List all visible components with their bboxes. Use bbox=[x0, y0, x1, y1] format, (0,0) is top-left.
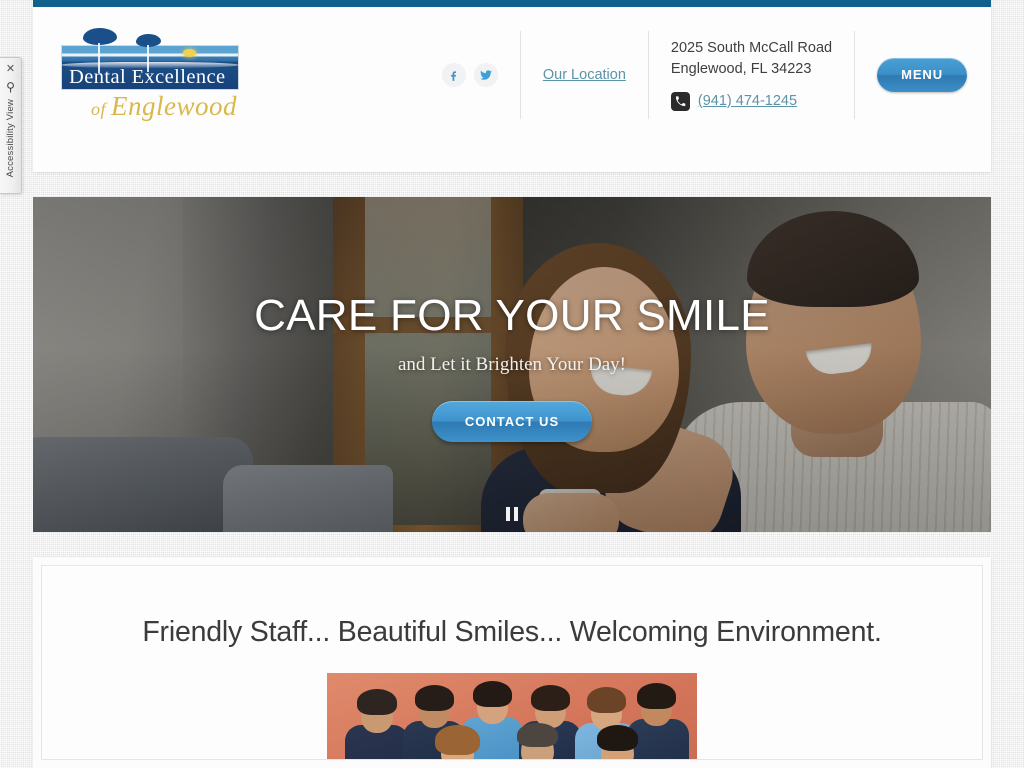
address-cell: 2025 South McCall Road Englewood, FL 342… bbox=[647, 31, 854, 119]
contact-us-button[interactable]: CONTACT US bbox=[431, 401, 593, 443]
social-links bbox=[420, 31, 520, 119]
phone-icon bbox=[670, 91, 690, 111]
logo-sun-icon bbox=[183, 49, 196, 57]
accessibility-person-icon: ⚲ bbox=[6, 80, 15, 94]
staff-group-photo bbox=[327, 673, 697, 759]
logo-graphic: Dental Excellence bbox=[61, 28, 239, 90]
hero-title: CARE FOR YOUR SMILE bbox=[254, 291, 770, 340]
site-logo[interactable]: Dental Excellence of Englewood bbox=[55, 28, 255, 120]
our-location-link[interactable]: Our Location bbox=[543, 67, 626, 83]
our-location-cell: Our Location bbox=[519, 31, 648, 119]
site-header: Dental Excellence of Englewood Our Locat… bbox=[33, 0, 991, 172]
logo-name-text: Dental Excellence bbox=[69, 66, 226, 88]
accessibility-view-label: Accessibility View bbox=[5, 99, 16, 178]
logo-script-city: Englewood bbox=[111, 91, 238, 121]
logo-script-text: of Englewood bbox=[91, 93, 255, 120]
close-icon[interactable]: ✕ bbox=[6, 63, 15, 74]
pause-icon[interactable] bbox=[506, 507, 518, 521]
phone-number-link[interactable]: (941) 474-1245 bbox=[698, 91, 797, 112]
menu-cell: MENU bbox=[854, 31, 991, 119]
twitter-icon[interactable] bbox=[473, 63, 498, 87]
hero-subtitle: and Let it Brighten Your Day! bbox=[398, 354, 626, 376]
hero-slider[interactable]: CARE FOR YOUR SMILE and Let it Brighten … bbox=[33, 197, 991, 532]
logo-script-prefix: of bbox=[91, 99, 112, 119]
section-title: Friendly Staff... Beautiful Smiles... We… bbox=[142, 616, 882, 648]
intro-section: Friendly Staff... Beautiful Smiles... We… bbox=[33, 557, 991, 768]
accessibility-view-tab[interactable]: ✕ ⚲ Accessibility View bbox=[0, 57, 22, 194]
address-line-2: Englewood, FL 34223 bbox=[670, 61, 812, 78]
facebook-icon[interactable] bbox=[441, 63, 466, 87]
header-contact-bar: Our Location 2025 South McCall Road Engl… bbox=[420, 31, 991, 119]
phone-row: (941) 474-1245 bbox=[670, 91, 832, 112]
address-line-1: 2025 South McCall Road bbox=[670, 40, 833, 57]
menu-button[interactable]: MENU bbox=[877, 58, 967, 92]
